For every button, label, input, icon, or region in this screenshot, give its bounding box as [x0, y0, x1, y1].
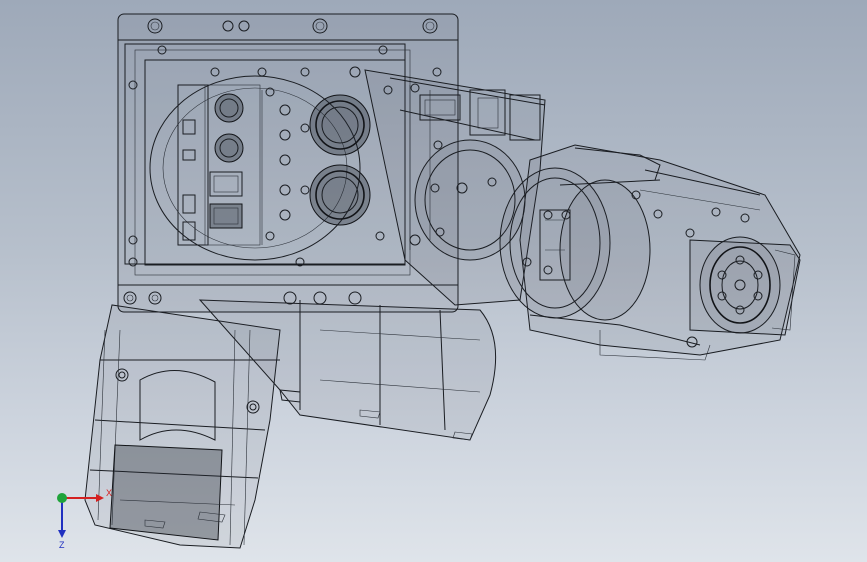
- z-axis-label: Z: [59, 540, 65, 550]
- graphics-viewport[interactable]: X Z: [0, 0, 867, 562]
- x-axis-label: X: [106, 488, 112, 498]
- end-flange: [689, 236, 801, 336]
- robot-arm-model-wireframe[interactable]: X Z: [0, 0, 867, 562]
- y-axis-dot: [57, 493, 67, 503]
- z-axis-arrowhead: [58, 530, 66, 538]
